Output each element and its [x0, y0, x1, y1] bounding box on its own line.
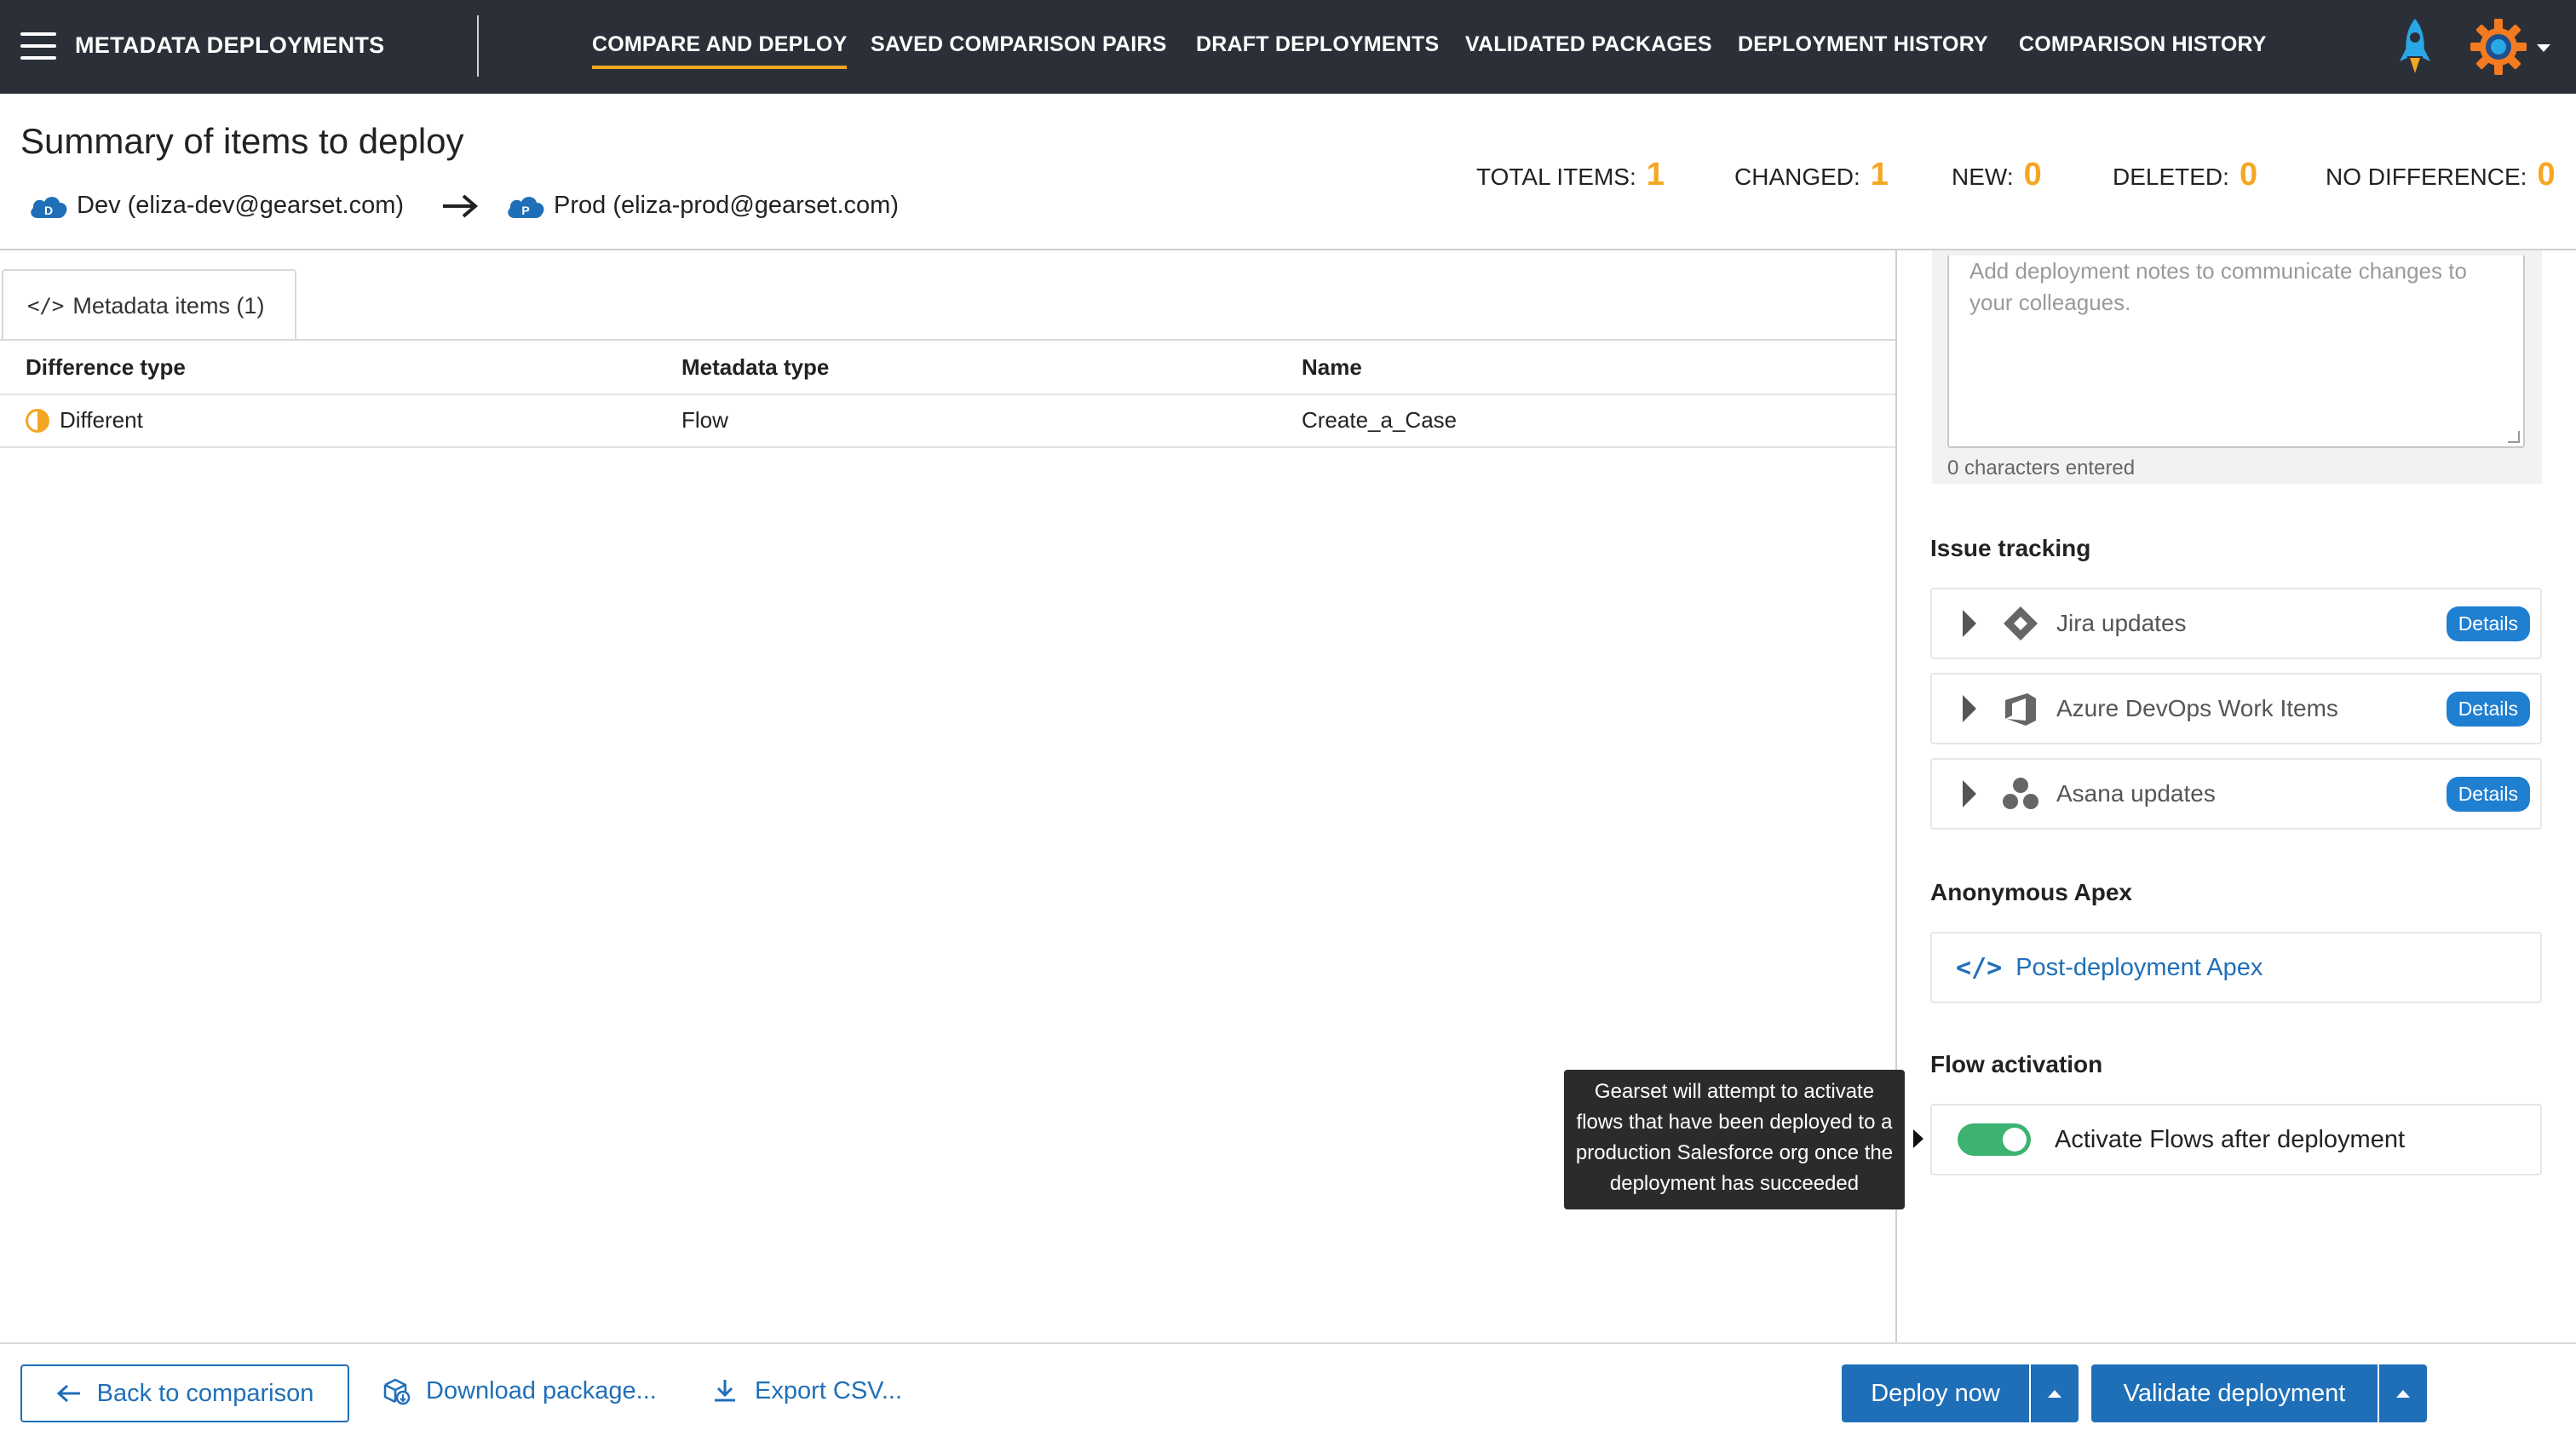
- character-count: 0 characters entered: [1947, 457, 2136, 480]
- package-download-icon: [383, 1378, 411, 1405]
- source-org-label: Dev (eliza-dev@gearset.com): [77, 191, 405, 219]
- difference-text: Different: [60, 407, 143, 433]
- row-divider: [0, 446, 1896, 448]
- asana-updates-row[interactable]: Asana updates Details: [1930, 758, 2542, 830]
- azure-devops-icon: [2005, 693, 2036, 726]
- deployment-notes-textarea[interactable]: Add deployment notes to communicate chan…: [1947, 256, 2525, 448]
- asana-details-badge[interactable]: Details: [2446, 776, 2530, 812]
- flow-activation-tooltip: Gearset will attempt to activate flows t…: [1564, 1070, 1905, 1209]
- notes-placeholder: Add deployment notes to communicate chan…: [1969, 258, 2467, 315]
- asana-icon: [2003, 778, 2038, 809]
- name-cell: Create_a_Case: [1302, 407, 1458, 433]
- download-package-label: Download package...: [426, 1376, 657, 1404]
- rocket-icon[interactable]: [2398, 17, 2432, 77]
- metadata-type-cell: Flow: [681, 407, 728, 433]
- tooltip-arrow-icon: [1913, 1129, 1923, 1148]
- gear-settings-icon[interactable]: [2469, 17, 2528, 77]
- toggle-knob: [2003, 1128, 2027, 1152]
- azure-devops-row[interactable]: Azure DevOps Work Items Details: [1930, 673, 2542, 744]
- arrow-left-icon: [56, 1384, 80, 1403]
- stat-no-difference: NO DIFFERENCE: 0: [2326, 157, 2556, 192]
- post-deployment-apex-link[interactable]: Post-deployment Apex: [2015, 954, 2263, 982]
- nav-deployment-history[interactable]: DEPLOYMENT HISTORY: [1738, 32, 1988, 57]
- validate-deployment-button[interactable]: Validate deployment: [2091, 1364, 2378, 1422]
- jira-details-badge[interactable]: Details: [2446, 606, 2530, 641]
- footer-divider: [0, 1342, 2576, 1344]
- caret-up-icon: [2048, 1389, 2061, 1398]
- anonymous-apex-heading: Anonymous Apex: [1930, 879, 2132, 905]
- caret-up-icon: [2396, 1389, 2410, 1398]
- different-status-icon: [26, 408, 49, 433]
- jira-updates-row[interactable]: Jira updates Details: [1930, 588, 2542, 659]
- expand-caret-icon[interactable]: [1963, 695, 1976, 722]
- validate-options-dropdown[interactable]: [2379, 1364, 2427, 1422]
- stat-new: NEW: 0: [1952, 157, 2042, 192]
- code-icon: </>: [27, 294, 65, 318]
- expand-caret-icon[interactable]: [1963, 610, 1976, 637]
- difference-cell: Different: [26, 407, 143, 434]
- activate-flows-toggle[interactable]: [1958, 1123, 2031, 1156]
- tab-label: Metadata items (1): [72, 292, 265, 319]
- download-package-button[interactable]: Download package...: [382, 1376, 657, 1405]
- activate-flows-label: Activate Flows after deployment: [2055, 1125, 2406, 1153]
- nav-compare-and-deploy[interactable]: COMPARE AND DEPLOY: [592, 32, 848, 69]
- chevron-down-icon[interactable]: [2537, 44, 2550, 52]
- svg-text:P: P: [521, 204, 529, 217]
- azure-devops-label: Azure DevOps Work Items: [2056, 695, 2338, 721]
- nav-divider: [477, 15, 479, 77]
- nav-validated-packages[interactable]: VALIDATED PACKAGES: [1465, 32, 1712, 57]
- source-cloud-icon: D: [31, 197, 67, 218]
- export-csv-label: Export CSV...: [755, 1376, 903, 1404]
- nav-draft-deployments[interactable]: DRAFT DEPLOYMENTS: [1196, 32, 1439, 57]
- code-icon: </>: [1956, 952, 2003, 983]
- target-cloud-icon: P: [508, 197, 544, 218]
- arrow-right-icon: [443, 194, 479, 218]
- tab-divider: [0, 339, 1896, 341]
- column-header-metadata-type[interactable]: Metadata type: [681, 354, 829, 381]
- export-csv-button[interactable]: Export CSV...: [710, 1376, 902, 1405]
- download-icon: [715, 1380, 735, 1402]
- resize-handle-icon[interactable]: [2508, 431, 2520, 443]
- jira-updates-label: Jira updates: [2056, 610, 2187, 636]
- back-to-comparison-label: Back to comparison: [96, 1379, 314, 1407]
- stat-changed: CHANGED: 1: [1734, 157, 1889, 192]
- top-nav-bar: METADATA DEPLOYMENTS COMPARE AND DEPLOY …: [0, 0, 2576, 94]
- deploy-now-button[interactable]: Deploy now: [1842, 1364, 2029, 1422]
- asana-updates-label: Asana updates: [2056, 780, 2216, 807]
- post-deployment-apex-row[interactable]: </> Post-deployment Apex: [1930, 932, 2542, 1003]
- tab-metadata-items[interactable]: </> Metadata items (1): [2, 269, 296, 341]
- flow-activation-heading: Flow activation: [1930, 1051, 2103, 1077]
- flow-activation-row: Activate Flows after deployment: [1930, 1104, 2542, 1175]
- stat-deleted: DELETED: 0: [2113, 157, 2258, 192]
- expand-caret-icon[interactable]: [1963, 780, 1976, 807]
- source-org: D Dev (eliza-dev@gearset.com): [27, 189, 404, 221]
- target-org-label: Prod (eliza-prod@gearset.com): [554, 191, 899, 219]
- back-to-comparison-button[interactable]: Back to comparison: [20, 1364, 349, 1422]
- azure-details-badge[interactable]: Details: [2446, 691, 2530, 727]
- page-title: Summary of items to deploy: [20, 121, 464, 161]
- jira-icon: [2004, 606, 2038, 640]
- nav-comparison-history[interactable]: COMPARISON HISTORY: [2019, 32, 2267, 57]
- target-org: P Prod (eliza-prod@gearset.com): [504, 189, 899, 221]
- nav-saved-comparison-pairs[interactable]: SAVED COMPARISON PAIRS: [871, 32, 1167, 57]
- deploy-options-dropdown[interactable]: [2031, 1364, 2079, 1422]
- app-title: METADATA DEPLOYMENTS: [75, 32, 385, 58]
- header-row-divider: [0, 393, 1896, 395]
- column-header-difference-type[interactable]: Difference type: [26, 354, 186, 381]
- hamburger-menu-icon[interactable]: [20, 32, 56, 60]
- column-header-name[interactable]: Name: [1302, 354, 1362, 381]
- stat-total-items: TOTAL ITEMS: 1: [1476, 157, 1665, 192]
- issue-tracking-heading: Issue tracking: [1930, 535, 2091, 561]
- svg-text:D: D: [44, 204, 53, 217]
